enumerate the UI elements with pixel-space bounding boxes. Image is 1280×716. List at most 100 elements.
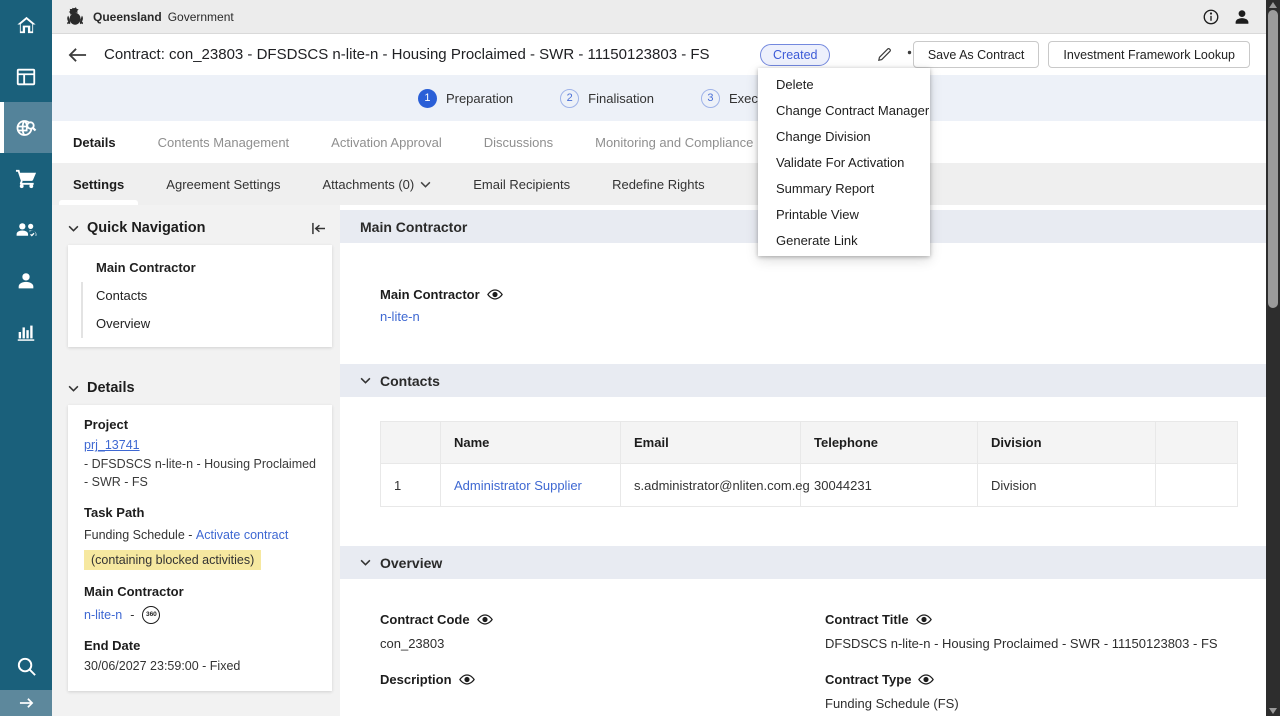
subtab-email-recipients[interactable]: Email Recipients [452, 163, 591, 205]
project-label: Project [84, 417, 129, 432]
scrollbar-thumb[interactable] [1268, 10, 1278, 308]
menu-item-printable-view[interactable]: Printable View [758, 201, 930, 227]
scroll-up-arrow-icon[interactable] [1266, 0, 1280, 10]
quick-navigation-header[interactable]: Quick Navigation [68, 220, 332, 236]
separator-dash: - [130, 607, 135, 622]
quicknav-item-overview[interactable]: Overview [68, 310, 332, 338]
quick-navigation-panel: Main Contractor Contacts Overview [68, 245, 332, 347]
contacts-section-bar[interactable]: Contacts [340, 364, 1266, 397]
reports-chart-icon[interactable] [0, 306, 52, 357]
end-date-value: 30/06/2027 23:59:00 - Fixed [84, 658, 241, 673]
main-tabs: Details Contents Management Activation A… [52, 121, 1266, 163]
vertical-scrollbar[interactable] [1266, 0, 1280, 716]
investment-framework-lookup-button[interactable]: Investment Framework Lookup [1048, 41, 1250, 68]
quicknav-item-contacts[interactable]: Contacts [68, 282, 332, 310]
home-icon[interactable] [0, 0, 52, 51]
menu-item-validate-for-activation[interactable]: Validate For Activation [758, 149, 930, 175]
cell-email: s.administrator@nliten.com.eg [620, 463, 810, 507]
subtab-settings[interactable]: Settings [52, 163, 145, 205]
eye-visibility-icon[interactable] [486, 289, 503, 300]
chevron-down-icon [360, 559, 371, 566]
tab-activation-approval[interactable]: Activation Approval [310, 121, 463, 163]
back-arrow-icon[interactable] [68, 47, 87, 63]
field-value [380, 695, 825, 710]
eye-visibility-icon[interactable] [458, 673, 475, 685]
main-contractor-value-link[interactable]: n-lite-n [380, 309, 1226, 324]
eye-visibility-icon[interactable] [915, 614, 932, 625]
cell-row-number: 1 [380, 463, 441, 507]
cell-extra [1155, 463, 1238, 507]
quicknav-item-main-contractor[interactable]: Main Contractor [68, 254, 332, 282]
end-date-label: End Date [84, 637, 141, 653]
project-description: - DFSDSCS n-lite-n - Housing Proclaimed … [84, 457, 317, 489]
field-label: Contract Type [825, 671, 912, 687]
scroll-down-arrow-icon[interactable] [1266, 706, 1280, 716]
tab-contents-management[interactable]: Contents Management [137, 121, 311, 163]
subtab-label: Email Recipients [473, 176, 571, 192]
step-finalisation[interactable]: 2 Finalisation [560, 88, 654, 108]
details-panel-header[interactable]: Details [68, 380, 332, 396]
dashboard-icon[interactable] [0, 51, 52, 102]
collapse-sidebar-icon[interactable] [311, 222, 326, 235]
contacts-person-icon[interactable] [0, 255, 52, 306]
contacts-table-wrap: Name Email Telephone Division 1 Administ… [380, 421, 1238, 507]
main-contractor-link[interactable]: n-lite-n [84, 608, 122, 622]
edit-pencil-icon[interactable] [876, 46, 893, 63]
menu-item-summary-report[interactable]: Summary Report [758, 175, 930, 201]
view-360-icon[interactable]: 360 [142, 605, 161, 624]
column-header-name: Name [440, 421, 621, 464]
subtab-attachments[interactable]: Attachments (0) [301, 163, 452, 205]
subtab-label: Attachments (0) [322, 176, 415, 192]
user-account-icon[interactable] [1233, 8, 1251, 26]
column-header-telephone: Telephone [800, 421, 978, 464]
page-title: Contract: con_23803 - DFSDSCS n-lite-n -… [104, 46, 710, 63]
tab-monitoring-compliance[interactable]: Monitoring and Compliance [574, 121, 774, 163]
field-value: DFSDSCS n-lite-n - Housing Proclaimed - … [825, 636, 1218, 651]
field-value: con_23803 [380, 636, 445, 651]
eye-visibility-icon[interactable] [476, 614, 493, 625]
search-icon[interactable] [0, 650, 52, 682]
menu-item-change-contract-manager[interactable]: Change Contract Manager [758, 97, 930, 123]
tab-discussions[interactable]: Discussions [463, 121, 574, 163]
menu-item-generate-link[interactable]: Generate Link [758, 227, 930, 253]
cell-division: Division [977, 463, 1156, 507]
main-contractor-field-block: Main Contractor n-lite-n [340, 243, 1266, 364]
contacts-table: Name Email Telephone Division 1 Administ… [380, 421, 1238, 507]
subtab-label: Agreement Settings [166, 176, 281, 192]
step-preparation[interactable]: 1 Preparation [417, 88, 514, 108]
table-row: 1 Administrator Supplier s.administrator… [380, 463, 1238, 507]
brand-name-bold: Queensland [93, 9, 162, 24]
overview-section-bar[interactable]: Overview [340, 546, 1266, 579]
field-label: Contract Code [380, 612, 470, 627]
subtab-redefine-rights[interactable]: Redefine Rights [591, 163, 726, 205]
contact-name-link[interactable]: Administrator Supplier [454, 478, 582, 493]
contract-page: Contract: con_23803 - DFSDSCS n-lite-n -… [52, 34, 1266, 716]
chevron-down-icon [68, 225, 79, 232]
field-contract-code: Contract Code con_23803 [380, 612, 825, 653]
cart-icon[interactable] [0, 153, 52, 204]
details-panel: Project prj_13741 - DFSDSCS n-lite-n - H… [68, 405, 332, 691]
step-number: 2 [560, 88, 580, 108]
menu-item-change-division[interactable]: Change Division [758, 123, 930, 149]
step-label: Finalisation [588, 90, 654, 106]
activate-contract-link[interactable]: Activate contract [196, 527, 288, 545]
save-as-contract-button[interactable]: Save As Contract [912, 41, 1040, 68]
menu-item-delete[interactable]: Delete [758, 71, 930, 97]
column-header-email: Email [620, 421, 801, 464]
section-title: Contacts [380, 372, 440, 389]
coat-of-arms-icon [65, 6, 87, 27]
chevron-down-icon [360, 377, 371, 384]
project-link[interactable]: prj_13741 [84, 438, 140, 452]
subtab-agreement-settings[interactable]: Agreement Settings [145, 163, 301, 205]
suppliers-group-icon[interactable] [0, 204, 52, 255]
step-number: 3 [700, 88, 720, 108]
sourcing-search-icon[interactable] [0, 102, 52, 153]
blocked-activities-warning: (containing blocked activities) [84, 549, 262, 570]
eye-visibility-icon[interactable] [918, 673, 935, 685]
table-header-row: Name Email Telephone Division [380, 421, 1238, 464]
info-icon[interactable] [1202, 8, 1220, 26]
field-contract-type: Contract Type Funding Schedule (FS) [825, 672, 1226, 713]
expand-rail-button[interactable] [0, 690, 52, 716]
step-label: Preparation [445, 90, 514, 106]
tab-details[interactable]: Details [52, 121, 137, 163]
